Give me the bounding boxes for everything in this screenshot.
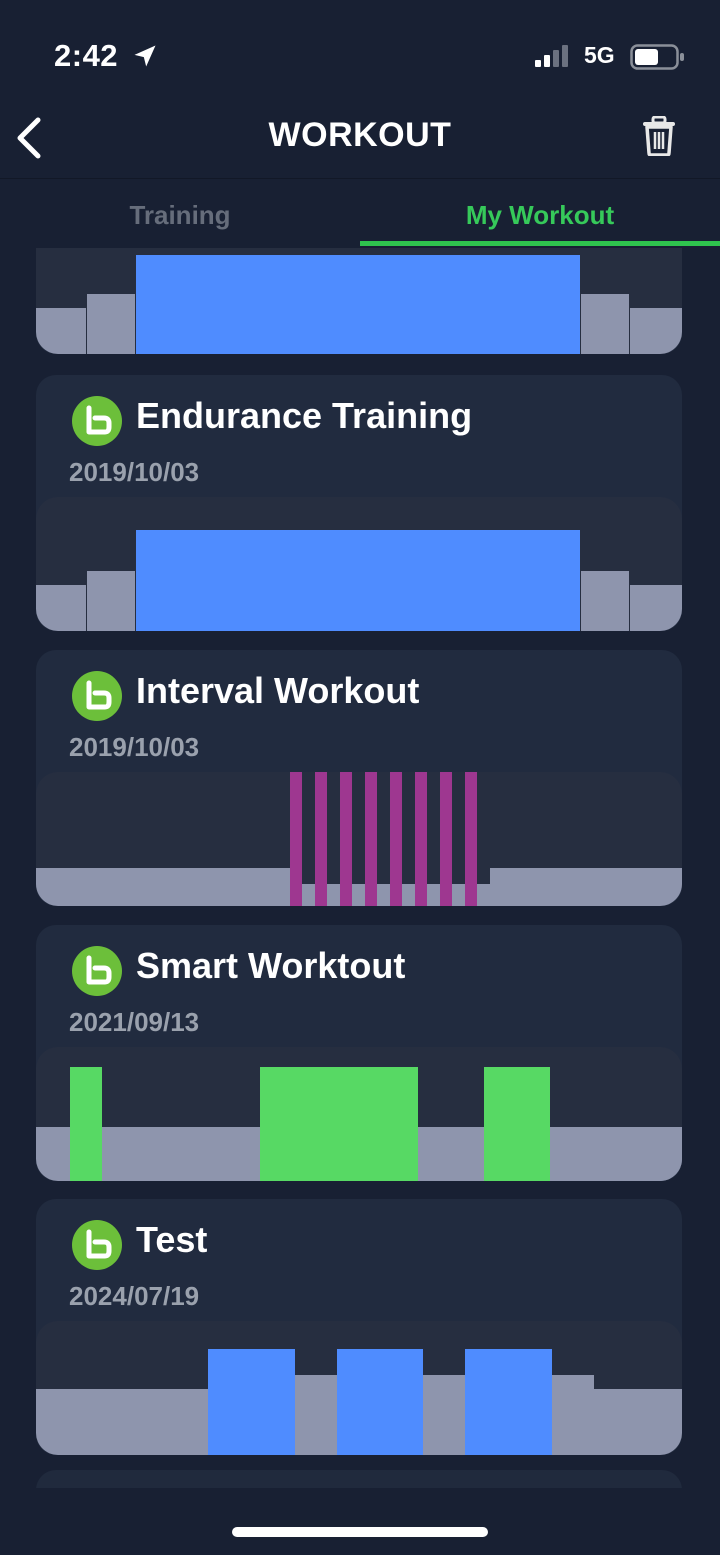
- brand-logo-icon: [72, 1220, 122, 1270]
- workout-title: Smart Worktout: [136, 945, 406, 986]
- brand-logo-icon: [72, 671, 122, 721]
- signal-icon: [535, 45, 568, 67]
- tab-bar: Training My Workout: [0, 178, 720, 248]
- workout-card-header: Test 2024/07/19: [36, 1199, 682, 1321]
- workout-profile-chart: [36, 1047, 682, 1181]
- workout-card[interactable]: Smart Worktout 2021/09/13: [36, 925, 682, 1181]
- workout-card-header: Interval Workout 2019/10/03: [36, 650, 682, 772]
- workout-title: Endurance Training: [136, 395, 473, 436]
- home-indicator[interactable]: [232, 1527, 488, 1537]
- workout-profile-chart: [36, 248, 682, 354]
- workout-card[interactable]: Endurance Training 2019/10/03: [36, 375, 682, 631]
- brand-logo-icon: [72, 946, 122, 996]
- trash-icon[interactable]: [640, 116, 678, 156]
- tab-training[interactable]: Training: [0, 179, 360, 249]
- workout-profile-graphic: [36, 255, 682, 354]
- workout-profile-graphic: [36, 772, 682, 906]
- workout-title: Interval Workout: [136, 670, 420, 711]
- workout-screen: 2:42 5G WORKOUT Training My Workout Endu…: [0, 0, 720, 1555]
- active-tab-indicator: [360, 241, 720, 246]
- workout-card-next-peek[interactable]: [36, 1470, 682, 1488]
- page-title: WORKOUT: [268, 116, 452, 154]
- workout-profile-chart: [36, 772, 682, 906]
- workout-card[interactable]: Interval Workout 2019/10/03: [36, 650, 682, 906]
- workout-profile-chart: [36, 497, 682, 631]
- workout-date: 2024/07/19: [69, 1281, 200, 1311]
- status-bar: 2:42 5G: [0, 0, 720, 100]
- workout-title: Test: [136, 1219, 208, 1260]
- workout-profile-graphic: [36, 530, 682, 631]
- workout-profile-graphic: [36, 1349, 682, 1455]
- tab-my-workout[interactable]: My Workout: [360, 179, 720, 249]
- location-arrow-icon: [134, 45, 156, 67]
- workout-card[interactable]: Test 2024/07/19: [36, 1199, 682, 1455]
- workout-profile-graphic: [36, 1067, 682, 1181]
- brand-logo-icon: [72, 396, 122, 446]
- workout-date: 2019/10/03: [69, 457, 200, 487]
- workout-date: 2019/10/03: [69, 732, 200, 762]
- workout-card-partial[interactable]: [36, 248, 682, 354]
- workout-card-header: Endurance Training 2019/10/03: [36, 375, 682, 497]
- workout-profile-chart: [36, 1321, 682, 1455]
- workout-list[interactable]: Endurance Training 2019/10/03 Interval W…: [0, 248, 720, 1488]
- workout-card-header: Smart Worktout 2021/09/13: [36, 925, 682, 1047]
- status-time: 2:42: [54, 38, 119, 73]
- battery-icon: [630, 44, 684, 70]
- app-header: WORKOUT: [0, 100, 720, 178]
- network-type: 5G: [584, 42, 615, 68]
- workout-date: 2021/09/13: [69, 1007, 200, 1037]
